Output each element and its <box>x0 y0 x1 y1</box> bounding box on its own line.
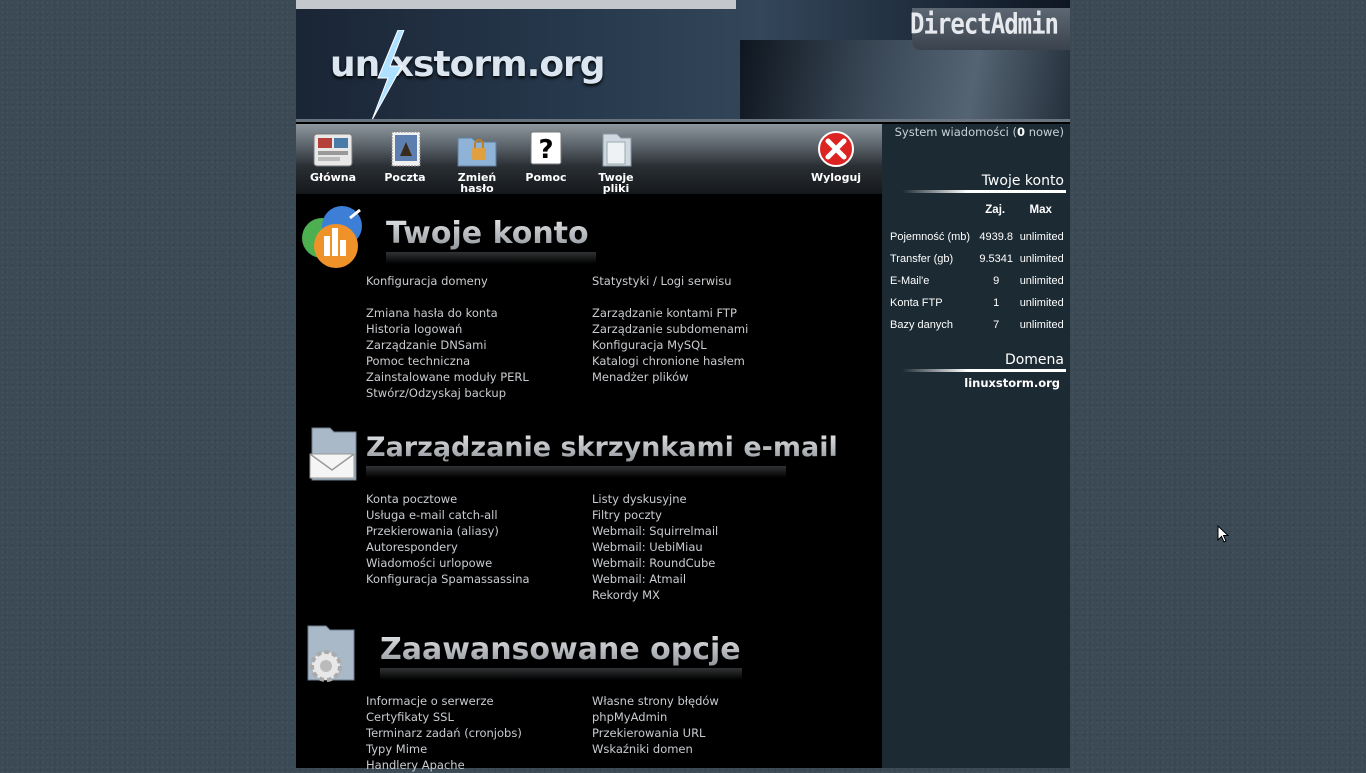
nav-label: Pomoc <box>525 171 567 184</box>
account-stats-table: Zaj. Max Pojemność (mb) 4939.8 unlimited… <box>888 204 1066 336</box>
link-mx-records[interactable]: Rekordy MX <box>592 587 718 603</box>
link-ssl[interactable]: Certyfikaty SSL <box>366 709 522 725</box>
page-container: DirectAdmin un xstorm.org Główna Poczta … <box>296 0 1070 772</box>
nav-label: Główna <box>309 171 357 184</box>
link-support[interactable]: Pomoc techniczna <box>366 353 529 369</box>
link-mail-filters[interactable]: Filtry poczty <box>592 507 718 523</box>
domain-panel-title: Domena <box>1004 352 1064 368</box>
account-panel-divider <box>902 190 1066 193</box>
link-stats-logs[interactable]: Statystyki / Logi serwisu <box>592 273 748 289</box>
nav-label: Zmień hasło <box>457 171 497 195</box>
header-divider <box>296 119 1070 122</box>
section-links-right: Statystyki / Logi serwisu Zarządzanie ko… <box>592 273 748 385</box>
section-links-left: Konta pocztowe Usługa e-mail catch-all P… <box>366 491 530 587</box>
domain-panel-divider <box>902 369 1066 372</box>
link-login-history[interactable]: Historia logowań <box>366 321 529 337</box>
domain-link[interactable]: linuxstorm.org <box>964 376 1060 390</box>
mail-folder-icon <box>309 427 357 481</box>
link-perl-modules[interactable]: Zainstalowane moduły PERL <box>366 369 529 385</box>
link-ftp[interactable]: Zarządzanie kontami FTP <box>592 305 748 321</box>
link-domain-pointers[interactable]: Wskaźniki domen <box>592 741 719 757</box>
nav-files[interactable]: Twoje pliki <box>584 130 648 194</box>
home-icon <box>313 133 353 167</box>
sidebar-panel: System wiadomości (0 nowe) Twoje konto Z… <box>882 124 1070 768</box>
link-roundcube[interactable]: Webmail: RoundCube <box>592 555 718 571</box>
link-catch-all[interactable]: Usługa e-mail catch-all <box>366 507 530 523</box>
section-links-right: Własne strony błędów phpMyAdmin Przekier… <box>592 693 719 757</box>
link-mysql[interactable]: Konfiguracja MySQL <box>592 337 748 353</box>
link-file-manager[interactable]: Menadżer plików <box>592 369 748 385</box>
link-protected-dirs[interactable]: Katalogi chronione hasłem <box>592 353 748 369</box>
link-vacation[interactable]: Wiadomości urlopowe <box>366 555 530 571</box>
nav-label: Wyloguj <box>810 171 862 184</box>
table-row: Pojemność (mb) 4939.8 unlimited <box>890 231 1064 243</box>
link-error-pages[interactable]: Własne strony błędów <box>592 693 719 709</box>
link-change-password[interactable]: Zmiana hasła do konta <box>366 305 529 321</box>
section-links-left: Konfiguracja domeny Zmiana hasła do kont… <box>366 273 529 401</box>
storm-sky <box>740 40 1070 122</box>
header-banner: DirectAdmin un xstorm.org <box>296 0 1070 122</box>
link-uebimiau[interactable]: Webmail: UebiMiau <box>592 539 718 555</box>
link-phpmyadmin[interactable]: phpMyAdmin <box>592 709 719 725</box>
link-squirrelmail[interactable]: Webmail: Squirrelmail <box>592 523 718 539</box>
table-row: Konta FTP 1 unlimited <box>890 297 1064 309</box>
nav-label: Twoje pliki <box>598 171 634 195</box>
section-title: Zaawansowane opcje <box>380 632 741 667</box>
account-panel-title: Twoje konto <box>981 173 1064 189</box>
link-spamassassin[interactable]: Konfiguracja Spamassassina <box>366 571 530 587</box>
section-title: Zarządzanie skrzynkami e-mail <box>366 432 838 463</box>
help-icon: ? <box>530 131 562 165</box>
nav-help[interactable]: ? Pomoc <box>514 130 578 183</box>
link-server-info[interactable]: Informacje o serwerze <box>366 693 522 709</box>
gear-folder-icon <box>307 625 355 682</box>
section-links-left: Informacje o serwerze Certyfikaty SSL Te… <box>366 693 522 773</box>
files-icon <box>602 133 632 167</box>
col-used: Zaj. <box>985 204 1006 216</box>
system-messages-link[interactable]: System wiadomości (0 nowe) <box>895 125 1064 139</box>
main-content: Twoje konto Konfiguracja domeny Zmiana h… <box>296 194 882 772</box>
table-row: Bazy danych 7 unlimited <box>890 319 1064 331</box>
link-subdomains[interactable]: Zarządzanie subdomenami <box>592 321 748 337</box>
link-mail-accounts[interactable]: Konta pocztowe <box>366 491 530 507</box>
link-mailing-lists[interactable]: Listy dyskusyjne <box>592 491 718 507</box>
lightning-bolt-icon <box>371 30 405 120</box>
message-count: 0 <box>1017 125 1026 139</box>
lock-folder-icon <box>457 137 497 167</box>
link-forwarders[interactable]: Przekierowania (aliasy) <box>366 523 530 539</box>
svg-text:?: ? <box>538 135 553 165</box>
nav-label: Poczta <box>384 171 426 184</box>
header-top-bar <box>296 0 736 9</box>
table-row: Transfer (gb) 9.5341 unlimited <box>890 253 1064 265</box>
link-mime-types[interactable]: Typy Mime <box>366 741 522 757</box>
link-atmail[interactable]: Webmail: Atmail <box>592 571 718 587</box>
nav-mail[interactable]: Poczta <box>373 130 437 183</box>
stats-chart-icon <box>302 206 362 268</box>
top-nav: Główna Poczta Zmień hasło ? Pomoc Twoje … <box>296 124 882 194</box>
nav-logout[interactable]: Wyloguj <box>804 130 868 183</box>
link-backup[interactable]: Stwórz/Odzyskaj backup <box>366 385 529 401</box>
link-domain-config[interactable]: Konfiguracja domeny <box>366 273 529 289</box>
link-cronjobs[interactable]: Terminarz zadań (cronjobs) <box>366 725 522 741</box>
link-apache-handlers[interactable]: Handlery Apache <box>366 757 522 773</box>
col-max: Max <box>1029 204 1052 216</box>
mail-stamp-icon <box>391 131 421 167</box>
table-row: E-Mail'e 9 unlimited <box>890 275 1064 287</box>
nav-home[interactable]: Główna <box>301 130 365 183</box>
brand-logo[interactable]: DirectAdmin <box>910 7 1059 41</box>
link-url-redirects[interactable]: Przekierowania URL <box>592 725 719 741</box>
link-dns[interactable]: Zarządzanie DNSami <box>366 337 529 353</box>
mouse-cursor-icon <box>1217 525 1229 543</box>
section-title: Twoje konto <box>386 216 589 251</box>
link-autoresponders[interactable]: Autorespondery <box>366 539 530 555</box>
section-links-right: Listy dyskusyjne Filtry poczty Webmail: … <box>592 491 718 603</box>
logout-icon <box>818 131 854 167</box>
nav-change-password[interactable]: Zmień hasło <box>445 130 509 194</box>
